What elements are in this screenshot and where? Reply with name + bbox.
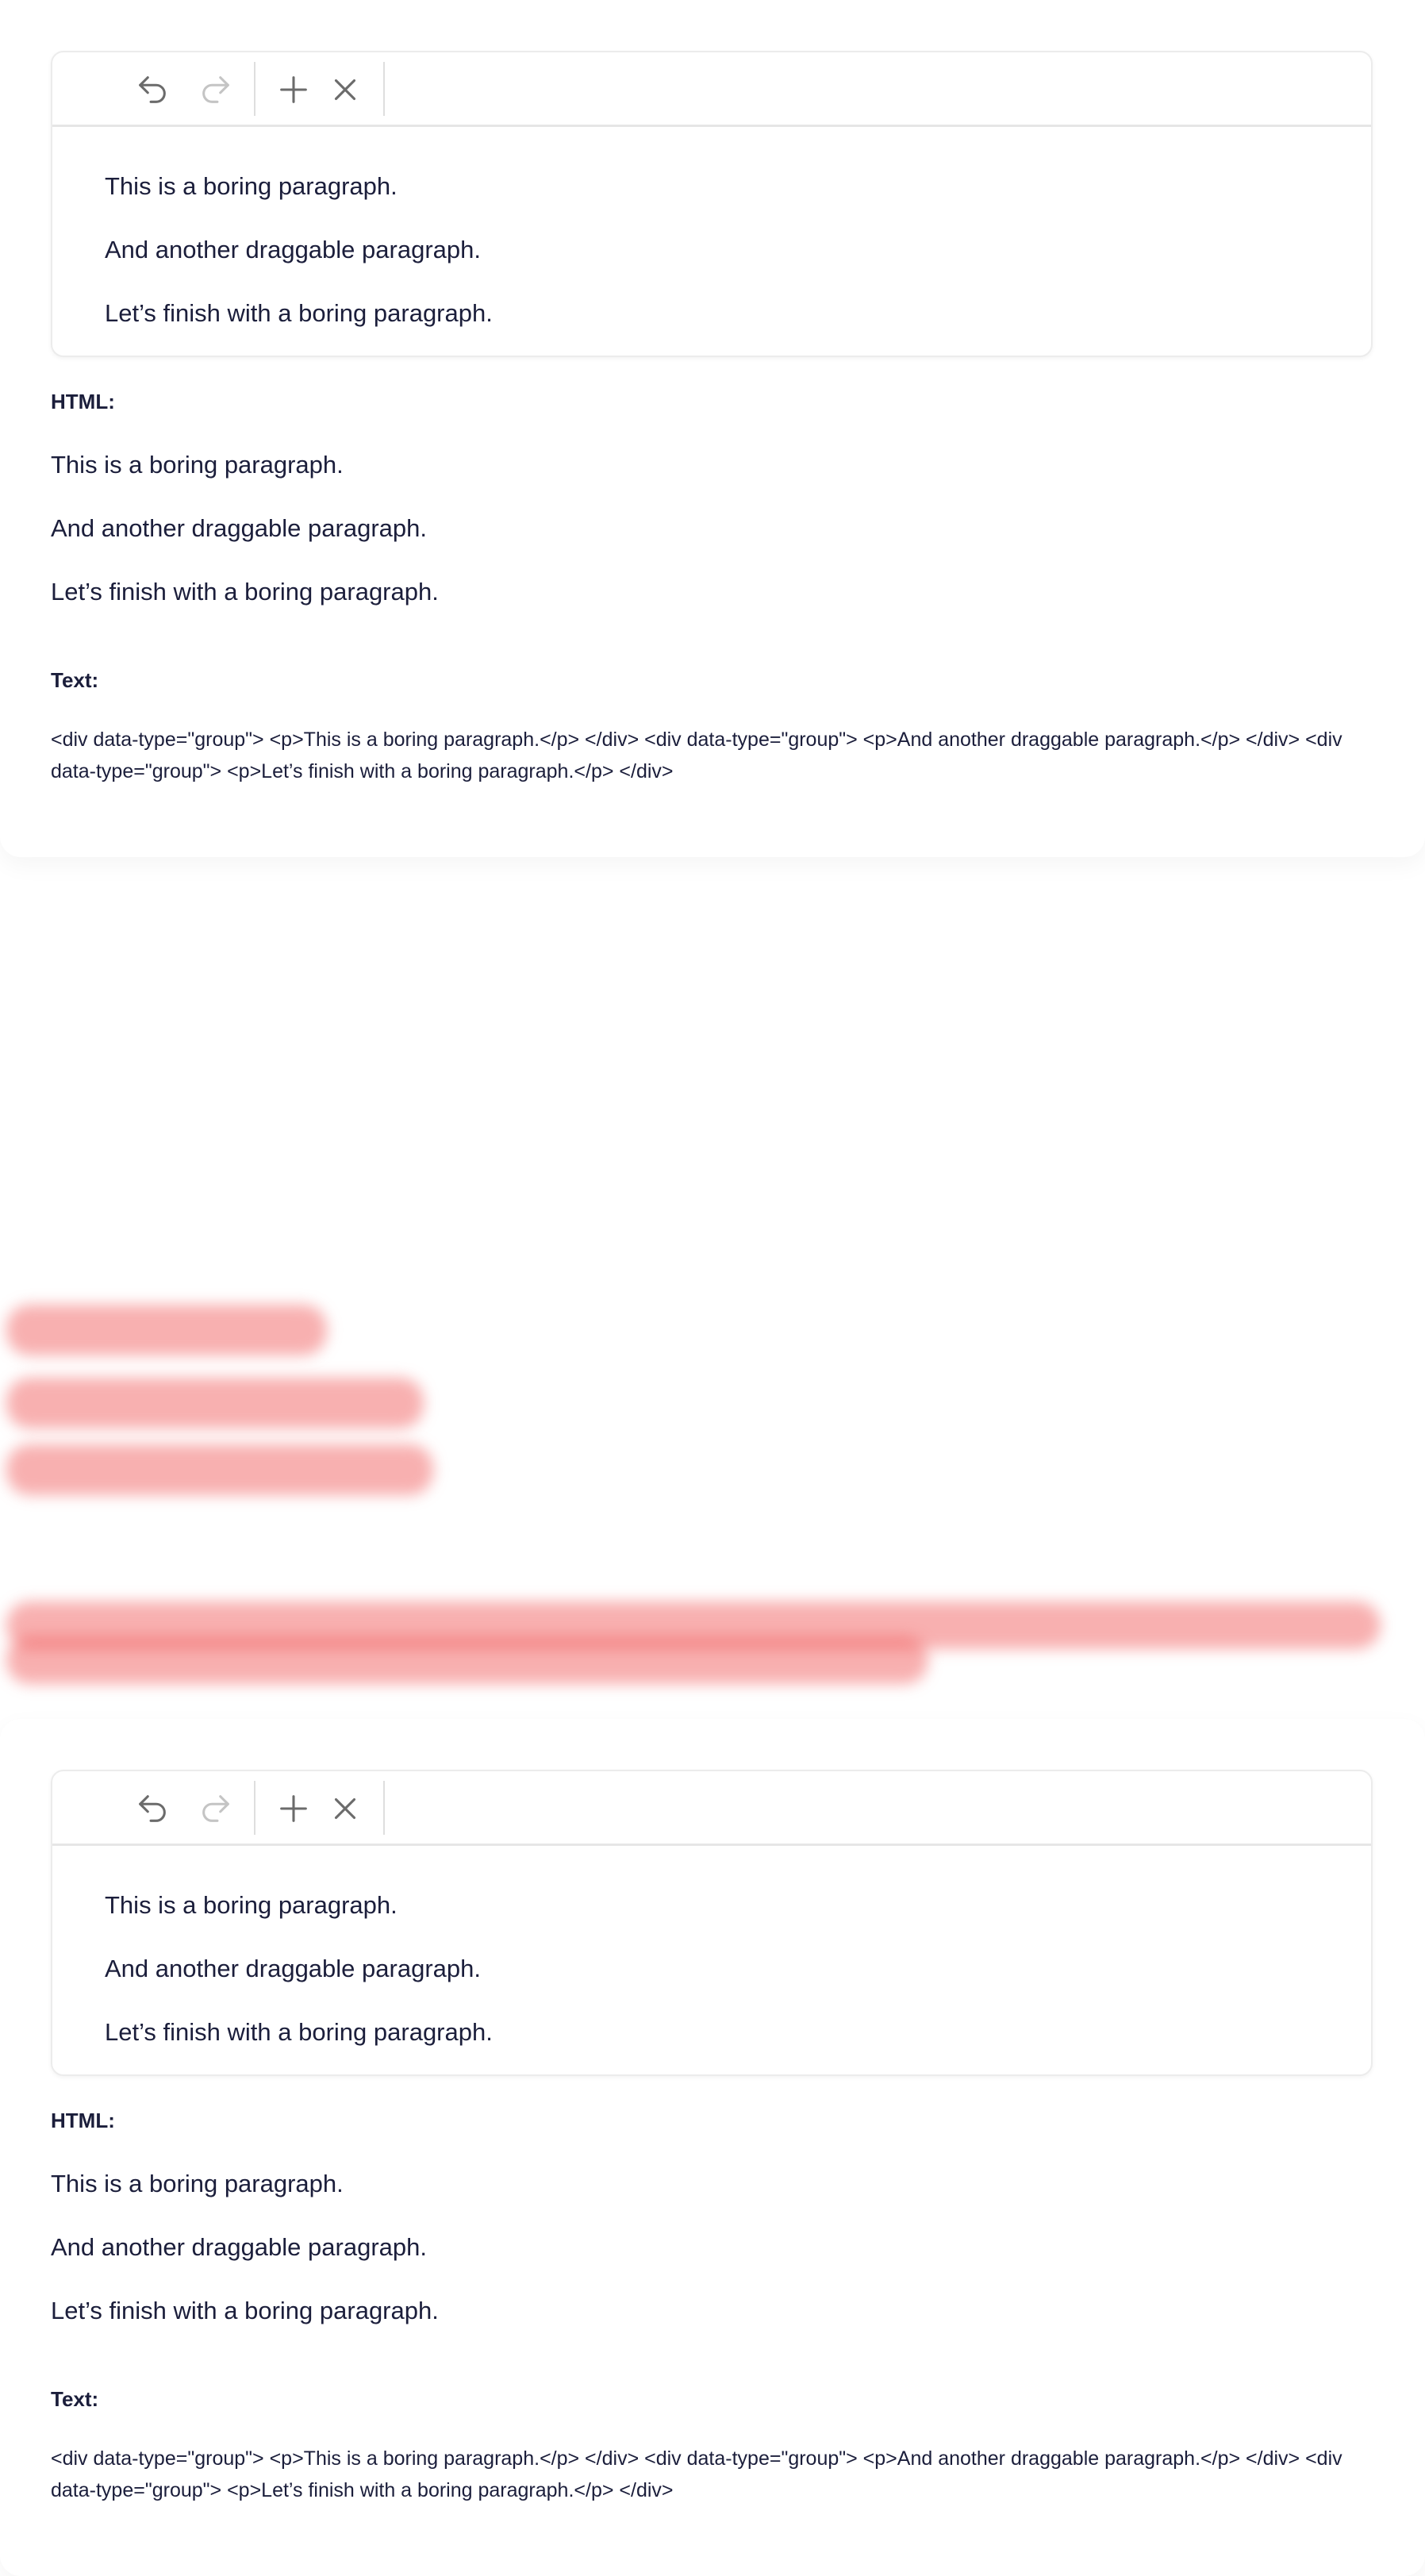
- editor: This is a boring paragraph. And another …: [51, 1770, 1373, 2076]
- toolbar-divider: [383, 62, 385, 116]
- html-label: HTML:: [51, 2109, 115, 2132]
- text-label: Text:: [51, 668, 99, 692]
- remove-group-button[interactable]: [323, 67, 367, 112]
- editor-paragraph[interactable]: This is a boring paragraph.: [105, 1891, 1371, 1920]
- close-icon: [334, 79, 356, 101]
- toolbar-divider: [254, 1781, 255, 1835]
- html-output: This is a boring paragraph. And another …: [51, 2170, 439, 2360]
- toolbar-divider: [383, 1781, 385, 1835]
- editor-content[interactable]: This is a boring paragraph. And another …: [52, 127, 1371, 328]
- text-output: <div data-type="group"> <p>This is a bor…: [51, 729, 1342, 782]
- editor-toolbar: [52, 1771, 1371, 1846]
- close-icon: [334, 1797, 356, 1820]
- text-output: <div data-type="group"> <p>This is a bor…: [51, 2447, 1342, 2501]
- toolbar-divider: [254, 62, 255, 116]
- plus-icon: [280, 76, 307, 103]
- editor: This is a boring paragraph. And another …: [51, 51, 1373, 357]
- undo-icon: [139, 76, 166, 103]
- editor-panel: This is a boring paragraph. And another …: [0, 1719, 1425, 2576]
- html-paragraph: Let’s finish with a boring paragraph.: [51, 2297, 439, 2324]
- editor-paragraph[interactable]: Let’s finish with a boring paragraph.: [105, 299, 1371, 328]
- editor-paragraph[interactable]: This is a boring paragraph.: [105, 172, 1371, 201]
- plus-icon: [280, 1795, 307, 1822]
- undo-icon: [139, 1795, 166, 1822]
- html-paragraph: Let’s finish with a boring paragraph.: [51, 578, 439, 606]
- redo-icon: [202, 76, 229, 103]
- redo-icon: [202, 1795, 229, 1822]
- remove-group-button[interactable]: [323, 1786, 367, 1831]
- add-group-button[interactable]: [271, 1786, 316, 1831]
- editor-paragraph[interactable]: And another draggable paragraph.: [105, 236, 1371, 264]
- blurred-content: [0, 1286, 1425, 1698]
- html-paragraph: And another draggable paragraph.: [51, 2233, 427, 2261]
- undo-button[interactable]: [130, 67, 175, 112]
- add-group-button[interactable]: [271, 67, 316, 112]
- redo-button[interactable]: [194, 67, 238, 112]
- editor-panel: This is a boring paragraph. And another …: [0, 0, 1425, 857]
- html-output: This is a boring paragraph. And another …: [51, 451, 439, 641]
- editor-paragraph[interactable]: Let’s finish with a boring paragraph.: [105, 2018, 1371, 2047]
- html-paragraph: This is a boring paragraph.: [51, 2170, 344, 2197]
- undo-button[interactable]: [130, 1786, 175, 1831]
- editor-content[interactable]: This is a boring paragraph. And another …: [52, 1846, 1371, 2047]
- html-label: HTML:: [51, 390, 115, 413]
- redo-button[interactable]: [194, 1786, 238, 1831]
- html-paragraph: This is a boring paragraph.: [51, 451, 344, 479]
- editor-toolbar: [52, 52, 1371, 127]
- text-label: Text:: [51, 2387, 99, 2411]
- editor-paragraph[interactable]: And another draggable paragraph.: [105, 1955, 1371, 1983]
- html-paragraph: And another draggable paragraph.: [51, 514, 427, 542]
